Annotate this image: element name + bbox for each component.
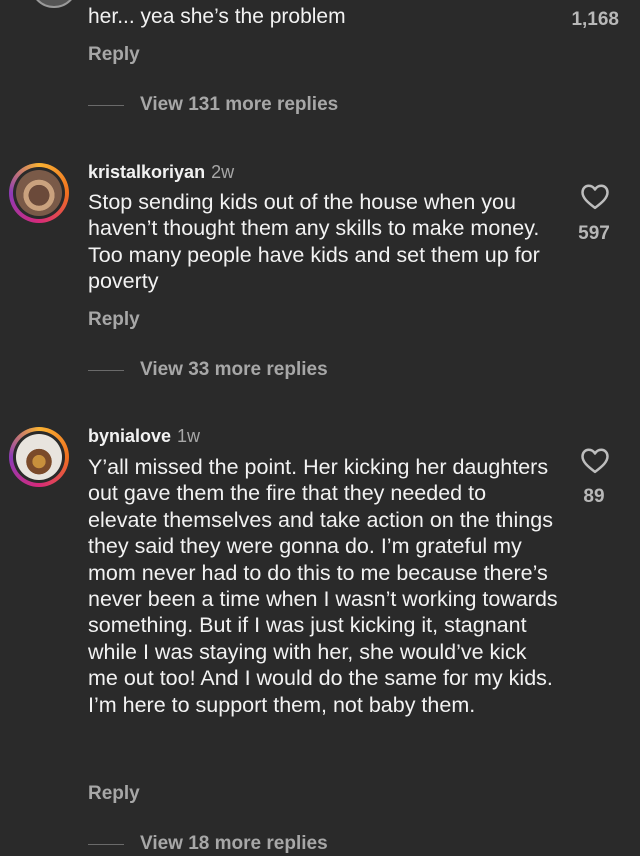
avatar-ring	[13, 431, 65, 483]
like-count: 89	[583, 486, 605, 507]
like-count: 597	[578, 223, 610, 244]
avatar[interactable]	[9, 163, 69, 223]
reply-button[interactable]: Reply	[88, 309, 140, 331]
heart-outline-icon[interactable]	[580, 446, 610, 474]
view-more-replies-button[interactable]: View 33 more replies	[88, 358, 328, 382]
like-count: 1,168	[571, 9, 619, 30]
view-more-replies-button[interactable]: View 131 more replies	[88, 93, 338, 117]
view-more-replies-label: View 18 more replies	[140, 833, 328, 854]
reply-button[interactable]: Reply	[88, 44, 140, 66]
comment-header: kristalkoriyan 2w	[88, 162, 234, 183]
divider-line	[88, 843, 124, 845]
avatar-ring	[13, 167, 65, 219]
divider-line	[88, 369, 124, 371]
username[interactable]: bynialove	[88, 426, 171, 446]
comment-text: her... yea she’s the problem	[88, 5, 346, 28]
comment-header: bynialove 1w	[88, 426, 200, 447]
avatar-image	[16, 434, 62, 480]
view-more-replies-label: View 33 more replies	[140, 359, 328, 380]
view-more-replies-button[interactable]: View 18 more replies	[88, 832, 328, 856]
comment-text: Stop sending kids out of the house when …	[88, 190, 540, 294]
avatar[interactable]	[9, 427, 69, 487]
reply-button[interactable]: Reply	[88, 783, 140, 805]
comment-previous: her... yea she’s the problem 1,168 Reply…	[0, 0, 640, 130]
timestamp: 2w	[211, 162, 235, 182]
timestamp: 1w	[177, 426, 201, 446]
username[interactable]: kristalkoriyan	[88, 162, 205, 182]
avatar[interactable]	[30, 0, 78, 8]
comment-text: Y’all missed the point. Her kicking her …	[88, 455, 558, 717]
view-more-replies-label: View 131 more replies	[140, 94, 339, 115]
divider-line	[88, 104, 124, 106]
avatar-image	[16, 170, 62, 216]
heart-outline-icon[interactable]	[580, 182, 610, 210]
